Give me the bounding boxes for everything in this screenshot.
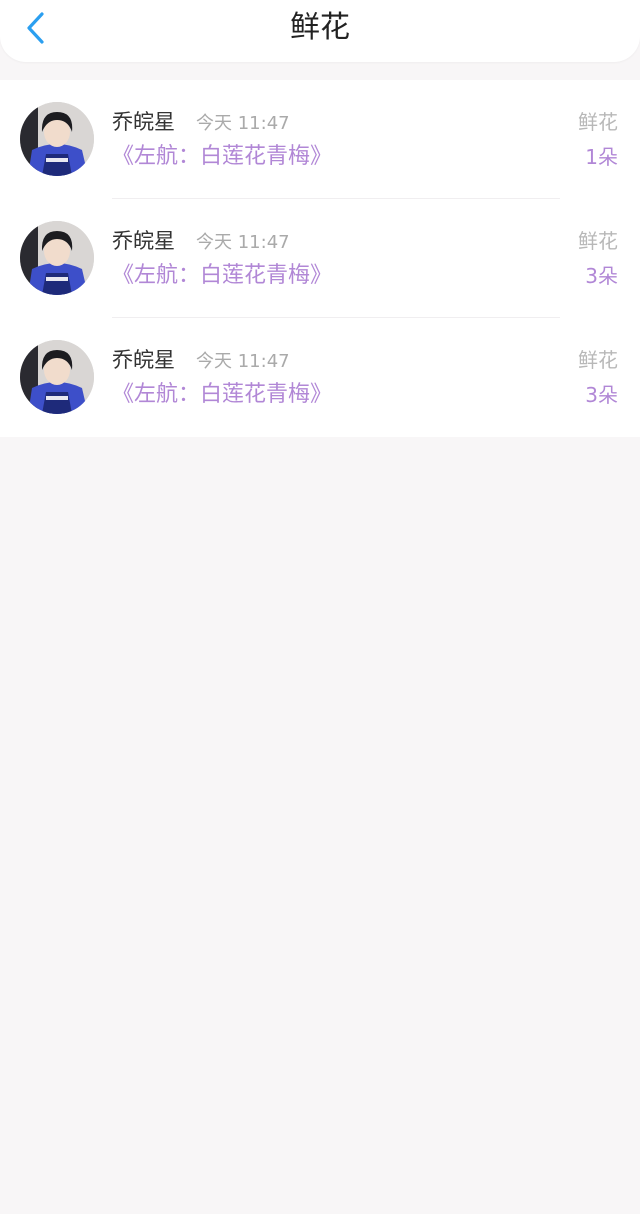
book-title[interactable]: 《左航：白莲花青梅》 [112, 142, 332, 172]
gift-type: 鲜花 [578, 110, 618, 134]
list-item[interactable]: 乔皖星 今天 11:47 《左航：白莲花青梅》 鲜花 1朵 [0, 80, 640, 199]
user-name: 乔皖星 [112, 110, 175, 134]
avatar-photo [20, 102, 94, 176]
avatar-photo [20, 221, 94, 295]
avatar[interactable] [20, 221, 94, 295]
book-title[interactable]: 《左航：白莲花青梅》 [112, 261, 332, 291]
gift-type: 鲜花 [578, 348, 618, 372]
top-nav-bar: 鲜花 [0, 0, 640, 62]
page-title: 鲜花 [290, 10, 350, 45]
book-title[interactable]: 《左航：白莲花青梅》 [112, 380, 332, 410]
user-name: 乔皖星 [112, 229, 175, 253]
gift-count: 1朵 [585, 145, 618, 169]
gift-type: 鲜花 [578, 229, 618, 253]
list-item[interactable]: 乔皖星 今天 11:47 《左航：白莲花青梅》 鲜花 3朵 [0, 318, 640, 437]
avatar-photo [20, 340, 94, 414]
list-item[interactable]: 乔皖星 今天 11:47 《左航：白莲花青梅》 鲜花 3朵 [0, 199, 640, 318]
gift-count: 3朵 [585, 264, 618, 288]
user-name: 乔皖星 [112, 348, 175, 372]
flower-record-list: 乔皖星 今天 11:47 《左航：白莲花青梅》 鲜花 1朵 乔皖星 今天 11:… [0, 80, 640, 437]
timestamp: 今天 11:47 [196, 232, 290, 253]
timestamp: 今天 11:47 [196, 113, 290, 134]
avatar[interactable] [20, 340, 94, 414]
gift-count: 3朵 [585, 383, 618, 407]
timestamp: 今天 11:47 [196, 351, 290, 372]
avatar[interactable] [20, 102, 94, 176]
